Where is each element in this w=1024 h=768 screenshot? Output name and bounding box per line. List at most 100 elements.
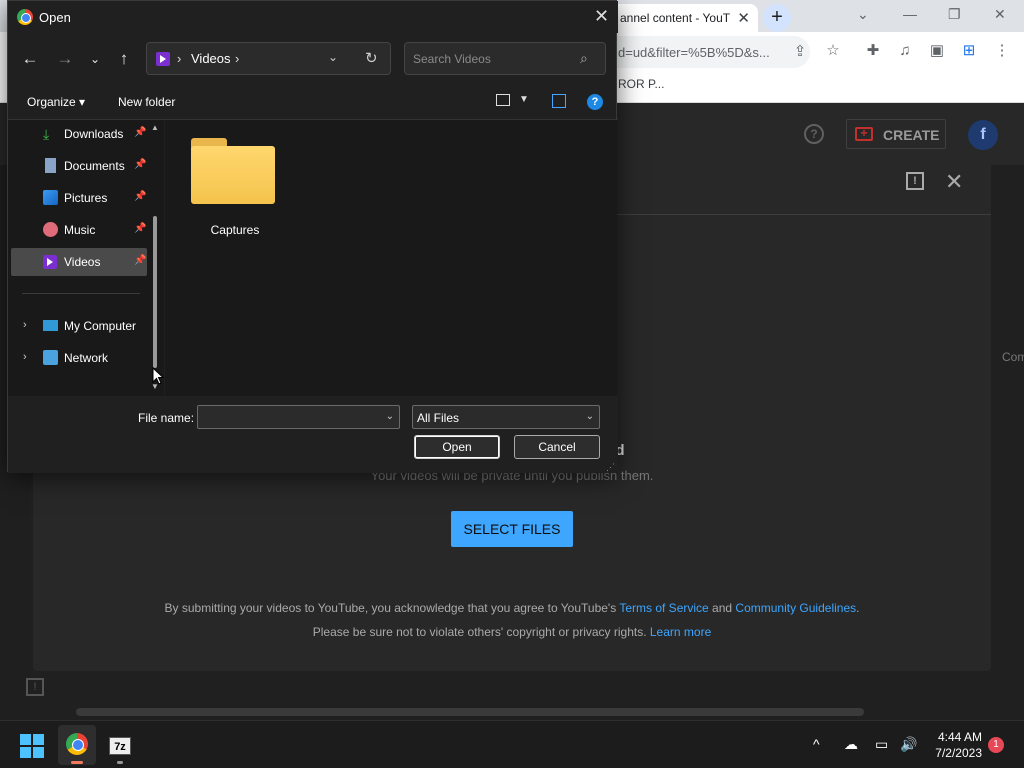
dialog-close-icon[interactable]: ✕ [594,6,609,27]
horizontal-scrollbar[interactable] [76,708,864,716]
dialog-footer: File name: ⌄ All Files ⌄ Open Cancel ⋰ [8,396,618,473]
menu-icon[interactable]: ⋮ [992,41,1012,61]
nav-item-my-computer[interactable]: › My Computer [11,312,147,340]
open-button[interactable]: Open [414,435,500,459]
dialog-titlebar: Open ✕ [8,1,618,33]
file-type-value: All Files [417,411,460,425]
profile-icon[interactable]: ⊞ [959,41,979,61]
nav-item-videos[interactable]: Videos 📌 [11,248,147,276]
video-folder-icon [156,52,170,66]
file-list: Captures [165,120,617,396]
help-icon[interactable]: ? [804,124,824,144]
pin-icon: 📌 [134,159,147,170]
tab-close-icon[interactable]: ✕ [737,9,750,27]
pictures-icon [43,190,58,205]
address-bar[interactable]: d=ud&filter=%5B%5D&s... ⇪ [600,36,810,68]
new-tab-button[interactable]: + [763,4,791,32]
file-name-label: File name: [138,411,195,425]
community-guidelines-link[interactable]: Community Guidelines [735,601,856,615]
taskbar-chrome-button[interactable] [58,725,96,765]
start-button[interactable] [20,734,44,758]
legal-line-2: Please be sure not to violate others' co… [312,625,712,639]
path-folder[interactable]: Videos [191,51,231,66]
feedback-sidebar-icon[interactable]: ! [26,678,44,696]
expand-chevron-icon[interactable]: › [23,319,27,331]
expand-chevron-icon[interactable]: › [23,351,27,363]
select-files-button[interactable]: SELECT FILES [451,511,573,547]
file-type-select[interactable]: All Files ⌄ [412,405,600,429]
folder-icon[interactable] [191,136,277,208]
nav-item-documents[interactable]: Documents 📌 [11,152,147,180]
view-options-chevron-icon[interactable]: ▼ [519,94,529,105]
learn-more-link[interactable]: Learn more [650,625,711,639]
window-close-icon[interactable]: ✕ [994,6,1006,23]
modal-close-icon[interactable]: ✕ [945,169,963,195]
side-text: Com [1002,350,1024,364]
nav-item-pictures[interactable]: Pictures 📌 [11,184,147,212]
bookmark-star-icon[interactable]: ☆ [823,41,843,61]
running-indicator [117,761,123,764]
search-placeholder: Search Videos [413,52,491,66]
back-arrow-icon[interactable]: ← [19,49,41,69]
minimize-icon[interactable]: — [903,6,917,22]
music-icon [43,222,58,237]
path-separator-icon[interactable]: › [235,51,239,66]
media-control-icon[interactable]: ♫ [895,41,915,61]
new-folder-button[interactable]: New folder [118,95,175,109]
nav-item-downloads[interactable]: ⤓ Downloads 📌 [11,120,147,148]
resize-grip-icon[interactable]: ⋰ [606,462,615,473]
chrome-icon [17,9,33,25]
nav-item-network[interactable]: › Network [11,344,147,372]
taskbar: 7z ^ ☁ ▭ 🔊 4:44 AM 7/2/2023 1 [0,720,1024,768]
pin-icon: 📌 [134,255,147,266]
nav-scrollbar-thumb[interactable] [153,216,157,368]
share-icon[interactable]: ⇪ [790,42,810,62]
volume-icon[interactable]: 🔊 [900,736,917,753]
extensions-icon[interactable]: ✚ [863,41,883,61]
show-hidden-icons-icon[interactable]: ^ [813,736,820,752]
pin-icon: 📌 [134,191,147,202]
clock[interactable]: 4:44 AM 7/2/2023 [930,729,982,761]
terms-link[interactable]: Terms of Service [619,601,708,615]
file-open-dialog: Open ✕ ← → ⌄ ↑ › Videos › ⌄ ↻ Search Vid… [7,0,618,473]
nav-item-music[interactable]: Music 📌 [11,216,147,244]
pin-icon: 📌 [134,127,147,138]
tab-search-chevron-icon[interactable]: ⌄ [857,6,869,23]
onedrive-icon[interactable]: ☁ [844,736,858,753]
restore-icon[interactable]: ❐ [948,6,961,23]
folder-label[interactable]: Captures [185,223,285,237]
help-icon[interactable]: ? [587,94,603,110]
network-status-icon[interactable]: ▭ [875,736,888,753]
path-separator-icon: › [177,51,182,66]
notification-badge[interactable]: 1 [988,737,1004,753]
cancel-button[interactable]: Cancel [514,435,600,459]
address-path[interactable]: › Videos › ⌄ ↻ [146,42,391,75]
bookmark-item[interactable]: ROR P... [618,77,664,91]
organize-button[interactable]: Organize ▾ [27,95,85,109]
recent-locations-chevron-icon[interactable]: ⌄ [84,49,106,69]
side-panel-icon[interactable]: ▣ [927,41,947,61]
create-button[interactable]: + CREATE [846,119,946,149]
time: 4:44 AM [937,730,982,744]
taskbar-7zip-button[interactable]: 7z [109,737,131,755]
scroll-up-icon[interactable]: ▲ [151,123,159,132]
refresh-icon[interactable]: ↻ [365,49,378,67]
search-input[interactable]: Search Videos ⌕ [404,42,606,75]
date: 7/2/2023 [935,746,982,760]
forward-arrow-icon[interactable]: → [54,49,76,69]
file-name-chevron-icon[interactable]: ⌄ [386,411,394,422]
path-history-chevron-icon[interactable]: ⌄ [328,50,338,64]
feedback-icon[interactable]: ! [906,172,924,190]
computer-icon [43,320,58,331]
avatar[interactable]: f [968,120,998,150]
legal-line-1: By submitting your videos to YouTube, yo… [164,601,860,615]
pin-icon: 📌 [134,223,147,234]
view-mode-icon[interactable] [496,94,510,106]
file-name-input[interactable]: ⌄ [197,405,400,429]
network-icon [43,350,58,365]
browser-tab[interactable]: annel content - YouT ✕ [610,4,758,32]
document-icon [45,158,56,173]
preview-pane-icon[interactable] [552,94,566,108]
download-icon: ⤓ [43,126,50,142]
up-arrow-icon[interactable]: ↑ [113,49,135,69]
